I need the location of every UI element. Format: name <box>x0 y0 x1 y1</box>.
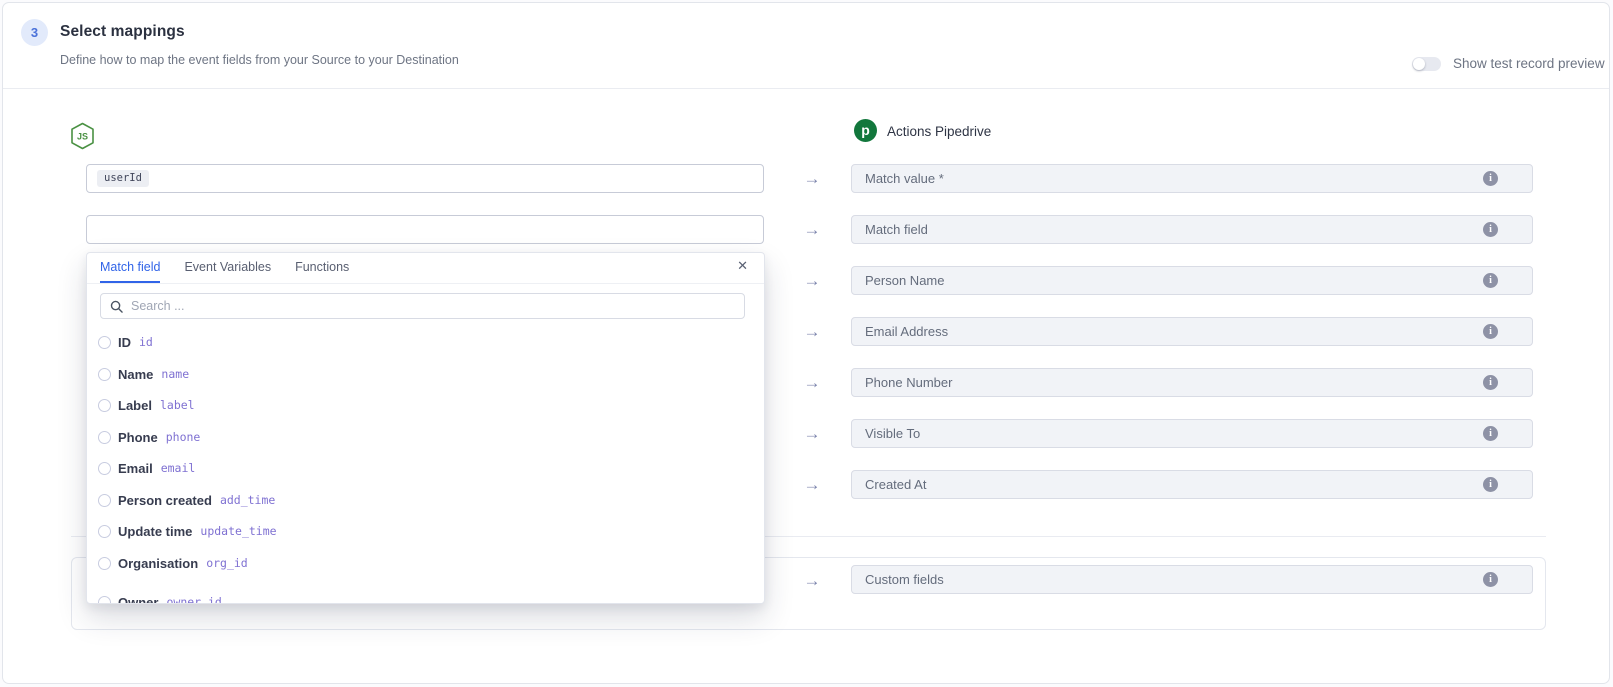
mapping-dropdown-panel: Match field Event Variables Functions ✕ … <box>86 252 765 604</box>
radio-icon[interactable] <box>98 525 111 538</box>
search-icon <box>110 300 123 313</box>
option-label-field[interactable]: Label label <box>87 396 764 414</box>
option-code: email <box>161 461 196 475</box>
option-code: org_id <box>206 556 248 570</box>
destination-field-custom-fields[interactable]: Custom fields i <box>851 565 1533 594</box>
source-mapping-input[interactable]: userId <box>86 164 764 193</box>
arrow-icon: → <box>799 370 825 395</box>
option-label: Person created <box>118 493 212 508</box>
card-header: 3 Select mappings Define how to map the … <box>3 3 1609 89</box>
radio-icon[interactable] <box>98 494 111 507</box>
page-subtitle: Define how to map the event fields from … <box>60 53 459 67</box>
option-update-time[interactable]: Update time update_time <box>87 522 764 540</box>
info-icon[interactable]: i <box>1483 477 1498 492</box>
arrow-icon: → <box>799 319 825 344</box>
option-code: id <box>139 335 153 349</box>
field-label: Custom fields <box>865 566 944 593</box>
option-label: Email <box>118 461 153 476</box>
search-placeholder: Search ... <box>131 299 185 313</box>
info-icon[interactable]: i <box>1483 572 1498 587</box>
field-label: Visible To <box>865 420 920 447</box>
option-id[interactable]: ID id <box>87 333 764 351</box>
option-code: update_time <box>200 524 276 538</box>
destination-field-match-field[interactable]: Match field i <box>851 215 1533 244</box>
destination-field-visible-to[interactable]: Visible To i <box>851 419 1533 448</box>
option-owner[interactable]: Owner owner_id <box>87 593 764 604</box>
option-label: Organisation <box>118 556 198 571</box>
mappings-card: 3 Select mappings Define how to map the … <box>2 2 1610 684</box>
info-icon[interactable]: i <box>1483 171 1498 186</box>
toggle-knob <box>1413 58 1425 70</box>
option-code: name <box>161 367 189 381</box>
radio-icon[interactable] <box>98 399 111 412</box>
option-label: Phone <box>118 430 158 445</box>
radio-icon[interactable] <box>98 557 111 570</box>
option-label: Name <box>118 367 153 382</box>
destination-field-created-at[interactable]: Created At i <box>851 470 1533 499</box>
field-label: Phone Number <box>865 369 952 396</box>
nodejs-icon: JS <box>70 122 95 155</box>
destination-field-match-value[interactable]: Match value * i <box>851 164 1533 193</box>
page: 3 Select mappings Define how to map the … <box>0 0 1613 687</box>
arrow-icon: → <box>799 421 825 446</box>
arrow-icon: → <box>799 166 825 191</box>
destination-title: Actions Pipedrive <box>887 124 991 139</box>
option-label: Owner <box>118 595 158 605</box>
info-icon[interactable]: i <box>1483 324 1498 339</box>
dropdown-tabs: Match field Event Variables Functions <box>87 253 764 284</box>
toggle-label: Show test record preview <box>1453 56 1605 71</box>
tab-functions[interactable]: Functions <box>295 253 349 283</box>
close-icon[interactable]: ✕ <box>737 259 748 272</box>
radio-icon[interactable] <box>98 368 111 381</box>
radio-icon[interactable] <box>98 596 111 605</box>
destination-field-email-address[interactable]: Email Address i <box>851 317 1533 346</box>
field-chip[interactable]: userId <box>97 170 149 187</box>
arrow-icon: → <box>799 268 825 293</box>
radio-icon[interactable] <box>98 431 111 444</box>
field-label: Match value * <box>865 165 944 192</box>
info-icon[interactable]: i <box>1483 375 1498 390</box>
info-icon[interactable]: i <box>1483 426 1498 441</box>
search-input[interactable]: Search ... <box>100 293 745 319</box>
info-icon[interactable]: i <box>1483 222 1498 237</box>
arrow-icon: → <box>799 472 825 497</box>
option-code: add_time <box>220 493 275 507</box>
show-test-record-toggle[interactable] <box>1412 57 1441 71</box>
field-label: Person Name <box>865 267 944 294</box>
option-code: phone <box>166 430 201 444</box>
option-label: ID <box>118 335 131 350</box>
option-name[interactable]: Name name <box>87 365 764 383</box>
arrow-icon: → <box>799 568 825 593</box>
field-label: Match field <box>865 216 928 243</box>
option-code: owner_id <box>166 595 221 604</box>
destination-field-phone-number[interactable]: Phone Number i <box>851 368 1533 397</box>
svg-text:JS: JS <box>77 132 88 142</box>
option-label: Update time <box>118 524 192 539</box>
tab-match-field[interactable]: Match field <box>100 253 160 283</box>
option-email[interactable]: Email email <box>87 459 764 477</box>
option-label: Label <box>118 398 152 413</box>
option-phone[interactable]: Phone phone <box>87 428 764 446</box>
radio-icon[interactable] <box>98 462 111 475</box>
radio-icon[interactable] <box>98 336 111 349</box>
field-label: Created At <box>865 471 926 498</box>
source-mapping-input[interactable] <box>86 215 764 244</box>
option-person-created[interactable]: Person created add_time <box>87 491 764 509</box>
field-label: Email Address <box>865 318 948 345</box>
arrow-icon: → <box>799 217 825 242</box>
tab-event-variables[interactable]: Event Variables <box>184 253 271 283</box>
page-title: Select mappings <box>60 23 185 41</box>
pipedrive-icon: p <box>854 119 877 142</box>
info-icon[interactable]: i <box>1483 273 1498 288</box>
option-organisation[interactable]: Organisation org_id <box>87 554 764 572</box>
destination-field-person-name[interactable]: Person Name i <box>851 266 1533 295</box>
step-number-badge: 3 <box>21 19 48 46</box>
option-code: label <box>160 398 195 412</box>
